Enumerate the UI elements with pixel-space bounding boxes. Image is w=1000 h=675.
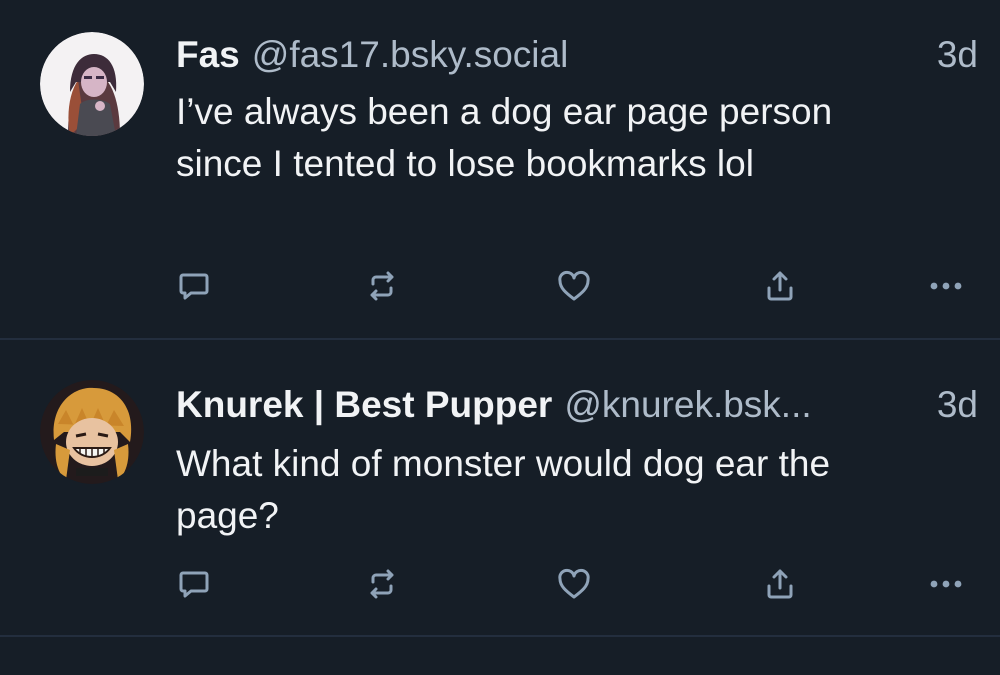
author-name[interactable]: Knurek | Best Pupper xyxy=(176,384,552,426)
heart-outline-icon xyxy=(558,568,590,599)
speech-bubble-icon xyxy=(179,273,209,300)
more-options-button[interactable] xyxy=(924,264,968,308)
post-text: I’ve always been a dog ear page person s… xyxy=(176,91,833,184)
author-handle[interactable]: @knurek.bsk... xyxy=(564,384,925,426)
post-actions xyxy=(172,562,972,606)
repost-arrows-icon xyxy=(370,569,394,599)
share-upload-icon xyxy=(767,569,793,599)
avatar[interactable] xyxy=(40,32,144,136)
post-text: What kind of monster would dog ear the p… xyxy=(176,443,831,536)
speech-bubble-icon xyxy=(179,571,209,598)
post-feed: Fas @fas17.bsky.social 3d I’ve always be… xyxy=(0,0,1000,675)
post-timestamp[interactable]: 3d xyxy=(937,34,978,76)
ellipsis-icon xyxy=(930,580,962,588)
repost-button[interactable] xyxy=(360,264,404,308)
author-name[interactable]: Fas xyxy=(176,34,240,76)
post-header: Fas @fas17.bsky.social 3d xyxy=(176,30,978,80)
like-button[interactable] xyxy=(552,562,596,606)
reply-button[interactable] xyxy=(172,264,216,308)
post-header: Knurek | Best Pupper @knurek.bsk... 3d xyxy=(176,380,978,430)
like-button[interactable] xyxy=(552,264,596,308)
share-button[interactable] xyxy=(758,264,802,308)
post[interactable]: Fas @fas17.bsky.social 3d I’ve always be… xyxy=(0,0,1000,340)
post[interactable]: Knurek | Best Pupper @knurek.bsk... 3d W… xyxy=(0,340,1000,637)
more-options-button[interactable] xyxy=(924,562,968,606)
avatar-image xyxy=(40,32,144,136)
ellipsis-icon xyxy=(930,282,962,290)
share-upload-icon xyxy=(767,271,793,301)
post-actions xyxy=(172,264,972,308)
post-timestamp[interactable]: 3d xyxy=(937,384,978,426)
avatar[interactable] xyxy=(40,380,144,484)
reply-button[interactable] xyxy=(172,562,216,606)
author-handle[interactable]: @fas17.bsky.social xyxy=(252,34,925,76)
share-button[interactable] xyxy=(758,562,802,606)
avatar-image xyxy=(40,380,144,484)
repost-button[interactable] xyxy=(360,562,404,606)
heart-outline-icon xyxy=(558,270,590,301)
repost-arrows-icon xyxy=(370,271,394,301)
